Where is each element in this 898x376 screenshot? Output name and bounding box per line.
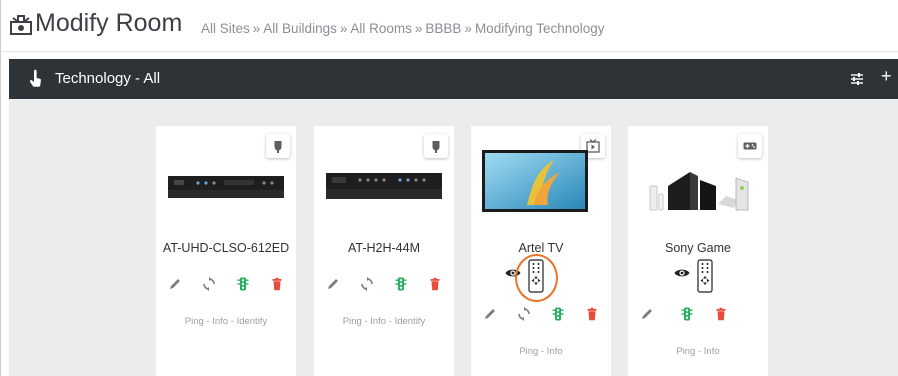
info-link[interactable]: Info xyxy=(704,346,720,357)
breadcrumb-all-rooms[interactable]: All Rooms xyxy=(350,21,412,36)
traffic-light-icon[interactable] xyxy=(394,277,408,291)
technology-grid: AT-UHD-CLSO-612ED Ping - Info - Identify… xyxy=(9,99,898,376)
add-technology-button[interactable]: + xyxy=(881,66,892,87)
card-actions xyxy=(628,307,768,323)
card-actions xyxy=(156,277,296,293)
traffic-light-icon[interactable] xyxy=(680,307,694,321)
breadcrumb-separator: » xyxy=(464,21,472,36)
traffic-light-icon[interactable] xyxy=(236,277,250,291)
technology-card: AT-UHD-CLSO-612ED Ping - Info - Identify xyxy=(156,126,296,376)
breadcrumb-separator: » xyxy=(252,21,261,36)
technology-name: AT-H2H-44M xyxy=(347,241,420,255)
identify-link[interactable]: Identify xyxy=(395,316,426,327)
edit-pencil-icon[interactable] xyxy=(483,307,497,321)
tv-play-icon xyxy=(586,139,600,153)
ping-link[interactable]: Ping xyxy=(519,346,538,357)
identify-link[interactable]: Identify xyxy=(237,316,268,327)
card-actions xyxy=(314,277,454,293)
ping-link[interactable]: Ping xyxy=(676,346,695,357)
info-link[interactable]: Info xyxy=(370,316,386,327)
sync-icon[interactable] xyxy=(202,277,216,291)
delete-trash-icon[interactable] xyxy=(714,307,728,321)
sliders-icon[interactable] xyxy=(849,71,865,87)
ping-link[interactable]: Ping xyxy=(343,316,362,327)
hand-pointer-icon xyxy=(29,69,41,87)
plug-icon xyxy=(274,141,282,153)
sync-icon[interactable] xyxy=(360,277,374,291)
breadcrumb-separator: » xyxy=(414,21,423,36)
card-actions xyxy=(471,307,611,323)
av-switcher-image xyxy=(168,176,284,198)
window-frame: Modify Room All Sites» All Buildings» All … xyxy=(0,0,898,376)
breadcrumb-separator: » xyxy=(339,21,348,36)
tv-image xyxy=(482,150,588,212)
breadcrumb-room[interactable]: BBBB xyxy=(425,21,461,36)
ping-link[interactable]: Ping xyxy=(185,316,204,327)
av-matrix-image xyxy=(326,173,442,199)
delete-trash-icon[interactable] xyxy=(428,277,442,291)
plug-icon xyxy=(432,141,440,153)
breadcrumb: All Sites» All Buildings» All Rooms» BBBB» M… xyxy=(201,21,605,36)
info-link[interactable]: Info xyxy=(547,346,563,357)
device-links: Ping - Info - Identify xyxy=(342,316,426,327)
technology-title: Technology - All xyxy=(55,70,161,87)
device-links: Ping - Info xyxy=(519,346,563,357)
info-link[interactable]: Info xyxy=(212,316,228,327)
technology-name: Sony Game xyxy=(664,241,731,255)
technology-card: Artel TV Ping - Info xyxy=(471,126,611,376)
device-links: Ping - Info - Identify xyxy=(184,316,268,327)
technology-card: Sony Game Ping - Info xyxy=(628,126,768,376)
delete-trash-icon[interactable] xyxy=(585,307,599,321)
breadcrumb-current: Modifying Technology xyxy=(474,21,605,36)
technology-name: Artel TV xyxy=(518,241,564,255)
game-consoles-image xyxy=(649,172,749,211)
remote-control-icon[interactable] xyxy=(697,259,713,293)
card-type-badge xyxy=(266,134,290,158)
technology-bar: Technology - All + xyxy=(9,59,898,99)
edit-pencil-icon[interactable] xyxy=(326,277,340,291)
technology-card: AT-H2H-44M Ping - Info - Identify xyxy=(314,126,454,376)
traffic-light-icon[interactable] xyxy=(551,307,565,321)
highlight-ring xyxy=(515,254,558,302)
device-links: Ping - Info xyxy=(676,346,720,357)
room-icon xyxy=(10,15,32,35)
eye-icon[interactable] xyxy=(674,267,690,279)
technology-name: AT-UHD-CLSO-612ED xyxy=(162,241,290,255)
gamepad-icon xyxy=(743,142,757,150)
edit-pencil-icon[interactable] xyxy=(168,277,182,291)
delete-trash-icon[interactable] xyxy=(270,277,284,291)
edit-pencil-icon[interactable] xyxy=(640,307,654,321)
page-title: Modify Room xyxy=(35,9,183,37)
breadcrumb-all-sites[interactable]: All Sites xyxy=(201,21,250,36)
page-header: Modify Room All Sites» All Buildings» All … xyxy=(1,0,898,52)
breadcrumb-all-buildings[interactable]: All Buildings xyxy=(263,21,337,36)
card-type-badge xyxy=(738,134,762,158)
sync-icon[interactable] xyxy=(517,307,531,321)
card-type-badge xyxy=(424,134,448,158)
